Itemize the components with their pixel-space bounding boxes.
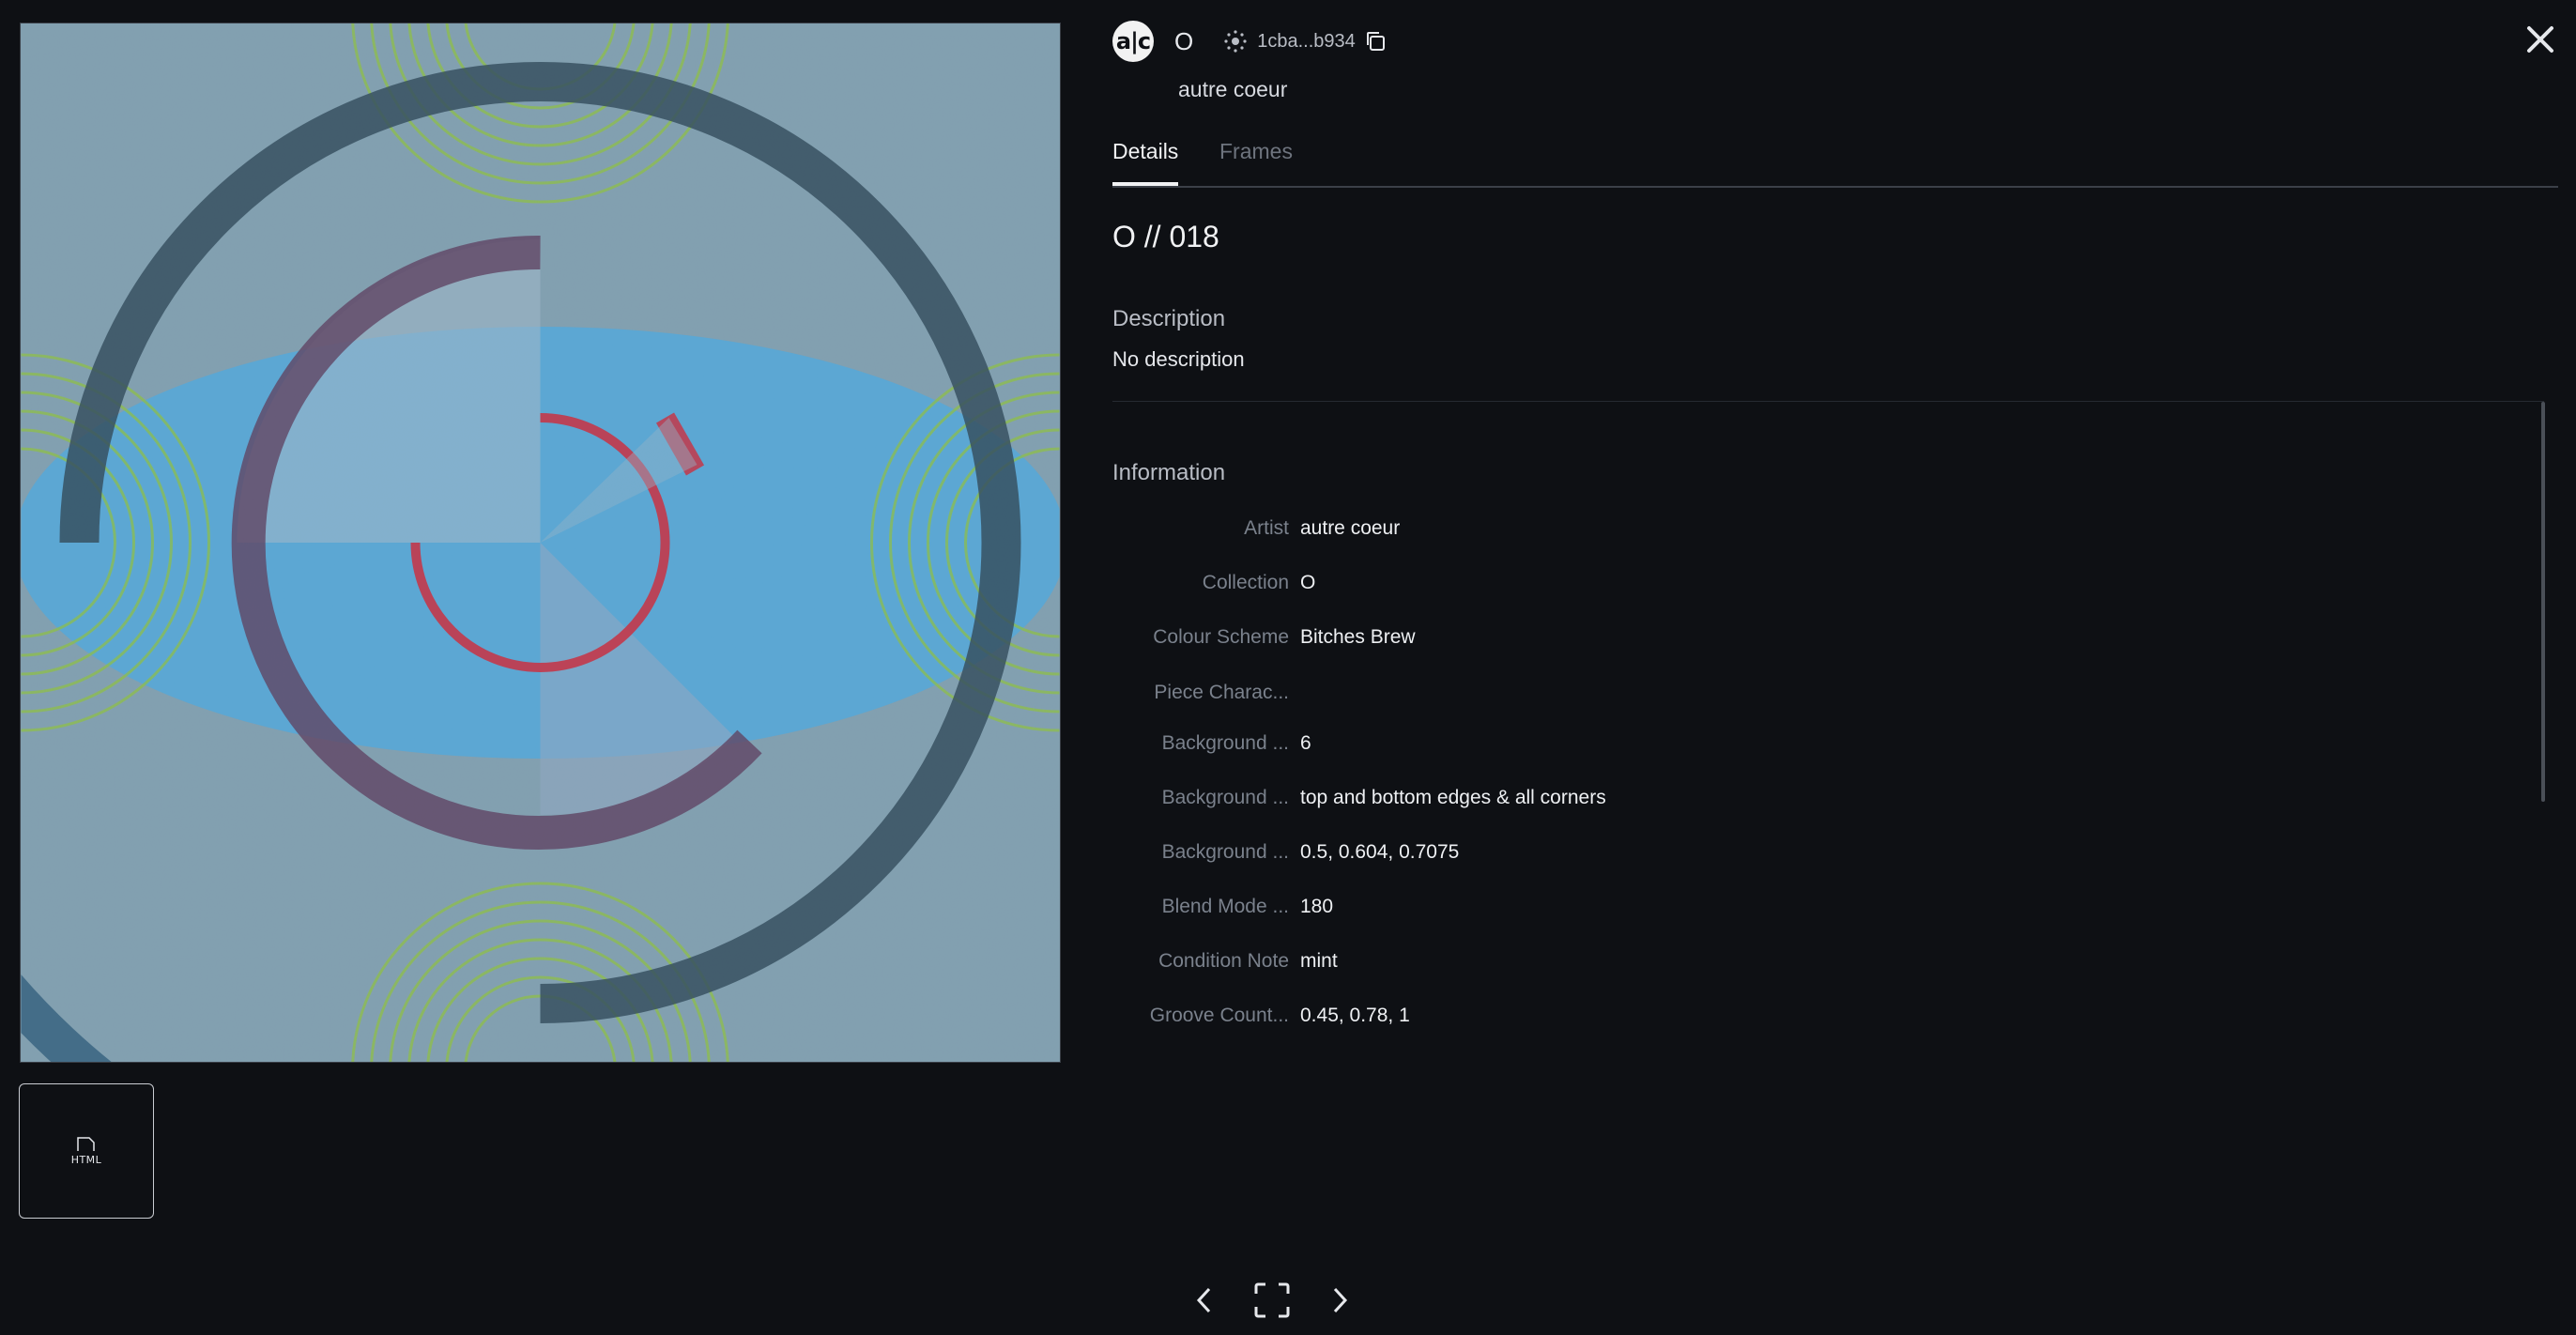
info-key: Artist (1244, 517, 1289, 539)
info-value[interactable]: autre coeur (1300, 517, 1400, 540)
avatar-text: a|c (1115, 28, 1151, 54)
info-value: 180 (1300, 896, 1334, 917)
html-thumbnail[interactable]: HTML (19, 1083, 154, 1219)
info-row: Colour Scheme Bitches Brew (1112, 611, 2051, 666)
collection-symbol[interactable]: O (1174, 27, 1193, 56)
info-value: 0.45, 0.78, 1 (1300, 1005, 1410, 1026)
close-icon[interactable] (2522, 21, 2559, 58)
html-file-icon (77, 1137, 95, 1151)
info-key: Background ... (1161, 732, 1289, 754)
info-row: Collection O (1112, 557, 2051, 611)
info-key: Background ... (1161, 787, 1289, 808)
token-title: O // 018 (1112, 220, 1219, 253)
description-text: No description (1112, 347, 1245, 371)
info-key: Condition Note (1158, 950, 1289, 972)
info-key: Colour Scheme (1153, 626, 1289, 648)
tezos-chain-icon (1224, 30, 1247, 53)
info-key: Groove Count... (1149, 1005, 1289, 1026)
artwork-svg (21, 23, 1060, 1062)
info-value: Bitches Brew (1300, 626, 1416, 648)
artist-name[interactable]: autre coeur (1178, 77, 1287, 102)
tab-details[interactable]: Details (1112, 139, 1179, 186)
info-row: Piece Charac... (1112, 667, 2051, 721)
info-key: Background ... (1161, 841, 1289, 863)
artist-avatar[interactable]: a|c (1112, 21, 1154, 62)
info-row: Blend Mode ... 180 (1112, 881, 2051, 935)
info-row: Background ... 6 (1112, 717, 2051, 772)
info-row: Background ... top and bottom edges & al… (1112, 772, 2051, 826)
info-value: mint (1300, 950, 1338, 972)
info-value: 6 (1300, 732, 1311, 754)
contract-address: 1cba...b934 (1223, 29, 1388, 54)
information-heading: Information (1112, 460, 1226, 485)
info-key: Collection (1202, 572, 1289, 593)
info-row: Background ... 0.5, 0.604, 0.7075 (1112, 826, 2051, 881)
info-value: top and bottom edges & all corners (1300, 787, 1606, 808)
info-key: Blend Mode ... (1161, 896, 1289, 917)
description-heading: Description (1112, 306, 1226, 331)
tab-bar: Details Frames (1112, 131, 2558, 188)
info-row: Groove Count... 0.45, 0.78, 1 (1112, 990, 2051, 1044)
copy-icon[interactable] (1363, 29, 1388, 54)
info-value: 0.5, 0.604, 0.7075 (1300, 841, 1460, 863)
details-panel: a|c O 1cba...b934 autre coeur Details Fr… (1112, 0, 2558, 1335)
thumbnail-label: HTML (70, 1154, 102, 1166)
info-key: Piece Charac... (1154, 682, 1289, 703)
info-value[interactable]: O (1300, 572, 1315, 594)
info-row: Artist autre coeur (1112, 502, 2051, 557)
artwork-image[interactable] (20, 23, 1061, 1063)
contract-short[interactable]: 1cba...b934 (1257, 31, 1356, 53)
tab-frames[interactable]: Frames (1219, 139, 1293, 164)
scrollbar[interactable] (2541, 402, 2545, 802)
section-divider (1112, 401, 2544, 402)
token-header: a|c O 1cba...b934 (1112, 19, 1388, 64)
info-row: Condition Note mint (1112, 935, 2051, 990)
